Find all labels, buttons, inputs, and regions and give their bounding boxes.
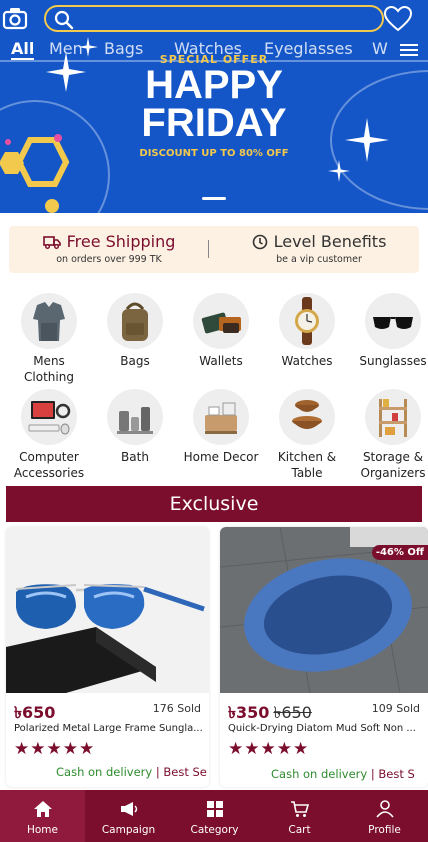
rating-stars: ★★★★★ xyxy=(228,739,310,759)
price-current: ৳650 xyxy=(14,703,56,722)
category-label: Wallets xyxy=(199,354,243,368)
section-title-exclusive: Exclusive xyxy=(6,486,422,522)
product-sold: 109 Sold xyxy=(371,702,420,715)
price-old: ৳650 xyxy=(273,703,312,722)
nav-home[interactable]: Home xyxy=(0,790,85,842)
category-bags[interactable]: Bags xyxy=(95,293,175,369)
bowl-icon xyxy=(292,400,322,429)
banner-title-line2: FRIDAY xyxy=(141,101,287,145)
category-sunglasses[interactable]: Sunglasses xyxy=(353,293,428,369)
carousel-indicator[interactable] xyxy=(202,197,226,200)
search-icon xyxy=(54,10,74,30)
nav-label: Profile xyxy=(368,824,401,836)
tab-more[interactable]: W xyxy=(372,39,388,58)
cart-icon xyxy=(290,801,309,817)
category-computer-accessories[interactable]: Computer Accessories xyxy=(9,389,89,481)
nav-campaign[interactable]: Campaign xyxy=(86,790,171,842)
nav-label: Campaign xyxy=(101,824,156,836)
tab-eyeglasses[interactable]: Eyeglasses xyxy=(264,39,353,58)
category-watches[interactable]: Watches xyxy=(267,293,347,369)
benefits-divider xyxy=(208,240,209,258)
camera-icon[interactable] xyxy=(2,6,28,30)
benefit-free-shipping[interactable]: Free Shipping on orders over 999 TK xyxy=(9,226,209,265)
heart-icon[interactable] xyxy=(384,6,412,32)
category-wallets[interactable]: Wallets xyxy=(181,293,261,369)
nav-label: Category xyxy=(190,824,239,836)
product-delivery: Cash on delivery | Best S xyxy=(271,767,415,781)
product-photo xyxy=(6,584,205,693)
menu-icon[interactable] xyxy=(400,41,418,57)
top-bar xyxy=(0,0,428,38)
watch-icon xyxy=(295,297,319,345)
benefit-title: Level Benefits xyxy=(273,232,387,251)
category-label: Watches xyxy=(281,354,333,368)
megaphone-icon xyxy=(120,802,137,816)
benefit-subtitle: be a vip customer xyxy=(276,254,362,265)
category-tabs: All Men Bags Watches Eyeglasses W xyxy=(0,38,428,62)
tab-all[interactable]: All xyxy=(11,39,35,60)
grid-icon xyxy=(206,801,223,817)
product-card[interactable]: ৳650 176 Sold Polarized Metal Large Fram… xyxy=(6,527,209,787)
wallet-icon xyxy=(201,312,241,334)
discount-badge: -46% Off xyxy=(371,545,428,560)
cod-label: Cash on delivery xyxy=(56,765,153,779)
nav-cart[interactable]: Cart xyxy=(257,790,342,842)
category-label: Bags xyxy=(120,354,150,368)
nav-category[interactable]: Category xyxy=(172,790,257,842)
cod-label: Cash on delivery xyxy=(271,767,368,781)
category-label: Mens Clothing xyxy=(24,354,74,384)
product-image[interactable] xyxy=(6,527,209,693)
tab-men[interactable]: Men xyxy=(49,39,83,58)
decor-hexagons xyxy=(0,134,70,213)
category-storage-organizers[interactable]: Storage & Organizers xyxy=(353,389,428,481)
category-label: Storage & Organizers xyxy=(360,450,426,480)
shelf-icon xyxy=(379,399,407,437)
product-delivery: Cash on delivery | Best Se xyxy=(56,765,207,779)
bottom-nav: Home Campaign Category Cart Profile xyxy=(0,790,428,842)
best-seller-label: | Best S xyxy=(370,767,415,781)
best-seller-label: | Best Se xyxy=(155,765,207,779)
home-icon xyxy=(33,801,52,817)
category-bath[interactable]: Bath xyxy=(95,389,175,465)
category-mens-clothing[interactable]: Mens Clothing xyxy=(9,293,89,385)
category-home-decor[interactable]: Home Decor xyxy=(181,389,261,465)
product-sold: 176 Sold xyxy=(152,702,201,715)
category-label: Bath xyxy=(121,450,149,464)
banner-title-line1: HAPPY xyxy=(145,63,283,107)
clock-icon xyxy=(252,234,267,249)
category-label: Computer Accessories xyxy=(13,450,85,480)
nav-label: Cart xyxy=(288,824,311,836)
bath-icon xyxy=(117,407,153,434)
tab-watches[interactable]: Watches xyxy=(174,39,242,58)
banner-discount: DISCOUNT UP TO 80% OFF xyxy=(139,148,289,159)
benefit-level[interactable]: Level Benefits be a vip customer xyxy=(219,226,419,265)
computer-icon xyxy=(28,401,71,435)
category-label: Home Decor xyxy=(183,450,259,464)
product-name[interactable]: Polarized Metal Large Frame Sungla... xyxy=(14,723,202,734)
category-label: Sunglasses xyxy=(359,354,427,368)
benefit-subtitle: on orders over 999 TK xyxy=(56,254,162,265)
product-name[interactable]: Quick-Drying Diatom Mud Soft Non ... xyxy=(228,723,416,734)
product-card[interactable]: -46% Off ৳350 ৳650 109 Sold Quick-Drying … xyxy=(220,527,428,787)
benefit-title: Free Shipping xyxy=(66,232,176,251)
tab-bags[interactable]: Bags xyxy=(104,39,143,58)
nav-profile[interactable]: Profile xyxy=(342,790,427,842)
search-input[interactable] xyxy=(44,5,384,32)
category-label: Kitchen & Table xyxy=(277,450,337,480)
banner-title: HAPPY FRIDAY xyxy=(0,63,428,145)
product-image[interactable]: -46% Off xyxy=(220,527,428,693)
price-current: ৳350 xyxy=(228,703,270,722)
sunglasses-icon xyxy=(373,317,413,329)
clothing-icon xyxy=(33,302,65,341)
user-icon xyxy=(375,800,394,818)
bag-icon xyxy=(122,302,148,341)
nav-label: Home xyxy=(26,824,58,836)
category-kitchen-table[interactable]: Kitchen & Table xyxy=(267,389,347,481)
rating-stars: ★★★★★ xyxy=(14,739,96,759)
benefits-bar: Free Shipping on orders over 999 TK Leve… xyxy=(9,226,419,273)
sparkle-icon xyxy=(328,160,350,182)
truck-icon xyxy=(42,235,61,249)
decor-icon xyxy=(205,402,237,434)
